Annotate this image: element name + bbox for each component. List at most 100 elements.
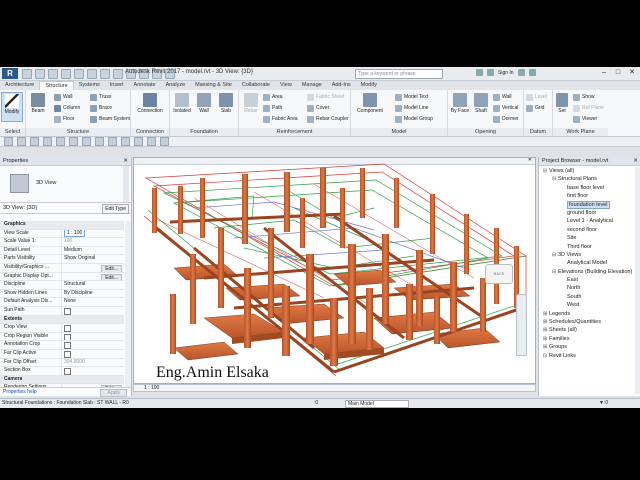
instance-filter[interactable]: 3D View: {3D} Edit Type (0, 203, 131, 214)
beam-button[interactable]: Beam (27, 92, 49, 122)
property-value[interactable]: Edit... (62, 264, 124, 272)
property-value[interactable] (62, 307, 124, 315)
tree-item[interactable]: North (539, 284, 634, 292)
property-value[interactable]: By Discipline (62, 290, 124, 298)
undo-icon[interactable] (61, 69, 71, 79)
minimize-icon[interactable]: – (598, 68, 610, 78)
close-icon[interactable]: ✕ (633, 157, 638, 165)
property-value[interactable] (62, 341, 124, 349)
tree-item[interactable]: Third floor (539, 243, 634, 251)
beam-system-button[interactable]: Beam System (90, 114, 130, 124)
copy-icon[interactable] (82, 137, 91, 146)
tab-analyze[interactable]: Analyze (161, 81, 191, 90)
property-value[interactable] (62, 324, 124, 332)
select-panel-label[interactable]: Select (0, 128, 25, 136)
property-value[interactable]: Medium (62, 247, 124, 255)
by-face-button[interactable]: By Face (449, 92, 471, 122)
design-option-select[interactable]: Main Model (345, 400, 409, 408)
tree-item[interactable]: ground floor (539, 209, 634, 217)
properties-section[interactable]: Graphics (0, 221, 124, 230)
type-selector[interactable]: 3D View (0, 166, 131, 203)
scale-icon[interactable] (134, 137, 143, 146)
redo-icon[interactable] (74, 69, 84, 79)
tree-item[interactable]: ⊞ Schedules/Quantities (539, 318, 634, 326)
checkbox[interactable] (64, 333, 71, 341)
edit-type-button[interactable]: Edit Type (102, 204, 129, 214)
property-value[interactable]: 100 (62, 238, 124, 246)
tree-item[interactable]: Level 1 - Analytical (539, 217, 634, 225)
tree-item[interactable]: Site (539, 234, 634, 242)
tab-insert[interactable]: Insert (105, 81, 129, 90)
project-browser-scrollbar[interactable] (635, 167, 640, 394)
dormer-button[interactable]: Dormer (493, 114, 519, 124)
tree-item[interactable]: ⊞ Legends (539, 310, 634, 318)
help-icon[interactable] (528, 69, 536, 76)
user-icon[interactable] (487, 69, 494, 76)
ref-plane-button[interactable]: Ref Plane (573, 103, 604, 113)
modify-button[interactable]: Modify (1, 92, 23, 122)
properties-scrollbar[interactable] (125, 221, 131, 387)
property-value[interactable]: 1 : 100 (62, 229, 124, 238)
tree-item[interactable]: second floor (539, 226, 634, 234)
search-icon[interactable] (476, 69, 483, 76)
tab-massing-site[interactable]: Massing & Site (190, 81, 237, 90)
checkbox[interactable] (64, 325, 71, 332)
tree-item[interactable]: South (539, 293, 634, 301)
filter-icon[interactable]: ▼:0 (599, 399, 608, 408)
tab-modify[interactable]: Modify (356, 81, 382, 90)
brace-button[interactable]: Brace (90, 103, 130, 113)
reinforcement-panel-label[interactable]: Reinforcement (239, 128, 350, 136)
cut-icon[interactable] (30, 137, 39, 146)
tab-view[interactable]: View (275, 81, 297, 90)
tab-structure[interactable]: Structure (39, 81, 74, 90)
truss-button[interactable]: Truss (90, 92, 130, 102)
rebar-button[interactable]: Rebar (240, 92, 262, 122)
edit-button[interactable]: Edit... (101, 264, 122, 272)
save-icon[interactable] (35, 69, 45, 79)
vertical-button[interactable]: Vertical (493, 103, 519, 113)
text-icon[interactable] (113, 69, 123, 79)
edit-button[interactable]: Edit... (101, 273, 122, 281)
tree-item[interactable]: ⊟ Elevations (Building Elevation) (539, 268, 634, 276)
checkbox[interactable] (64, 350, 71, 358)
rotate-icon[interactable] (95, 137, 104, 146)
property-value[interactable] (62, 350, 124, 358)
delete-icon[interactable] (160, 137, 169, 146)
connection-panel-label[interactable]: Connection (131, 128, 169, 136)
tree-item[interactable]: first floor (539, 192, 634, 200)
tree-item[interactable]: ⊞ Families (539, 335, 634, 343)
tab-systems[interactable]: Systems (74, 81, 105, 90)
fabric-sheet-button[interactable]: Fabric Sheet (307, 92, 349, 102)
properties-section[interactable]: Camera (0, 375, 124, 385)
viewer-button[interactable]: Viewer (573, 114, 604, 124)
checkbox[interactable] (64, 307, 71, 315)
floor-button[interactable]: Floor (54, 114, 80, 124)
tab-add-ins[interactable]: Add-Ins (327, 81, 356, 90)
fabric-area-button[interactable]: Fabric Area (263, 114, 298, 124)
wall-button[interactable]: Wall (54, 92, 80, 102)
close-icon[interactable]: ✕ (123, 157, 128, 165)
model-group-button[interactable]: Model Group (395, 114, 433, 124)
view-scale[interactable]: 1 : 100 (144, 385, 159, 391)
cover-button[interactable]: Cover (307, 103, 349, 113)
grid-button[interactable]: Grid (526, 103, 547, 113)
component-button[interactable]: Component (353, 92, 387, 122)
model-text-button[interactable]: Model Text (395, 92, 433, 102)
type-selector-scroll[interactable] (123, 166, 129, 202)
property-value[interactable] (62, 333, 124, 341)
checkbox[interactable] (64, 342, 71, 349)
sync-icon[interactable] (48, 69, 58, 79)
close-icon[interactable]: ✕ (626, 68, 638, 78)
property-value[interactable]: None (62, 298, 124, 306)
exchange-icon[interactable] (517, 69, 525, 76)
connection-button[interactable]: Connection (137, 92, 163, 122)
tree-item[interactable]: East (539, 276, 634, 284)
tree-item[interactable]: base floor level (539, 184, 634, 192)
level-button[interactable]: Level (526, 92, 547, 102)
path-button[interactable]: Path (263, 103, 298, 113)
tree-item[interactable]: ⊟ 3D Views (539, 251, 634, 259)
tree-item[interactable]: ⊞ Groups (539, 343, 634, 351)
3d-view-canvas[interactable]: ✕ BACK Eng.Amin Elsaka (133, 157, 536, 384)
view-cube[interactable]: BACK (485, 264, 513, 284)
shaft-button[interactable]: Shaft (470, 92, 492, 122)
